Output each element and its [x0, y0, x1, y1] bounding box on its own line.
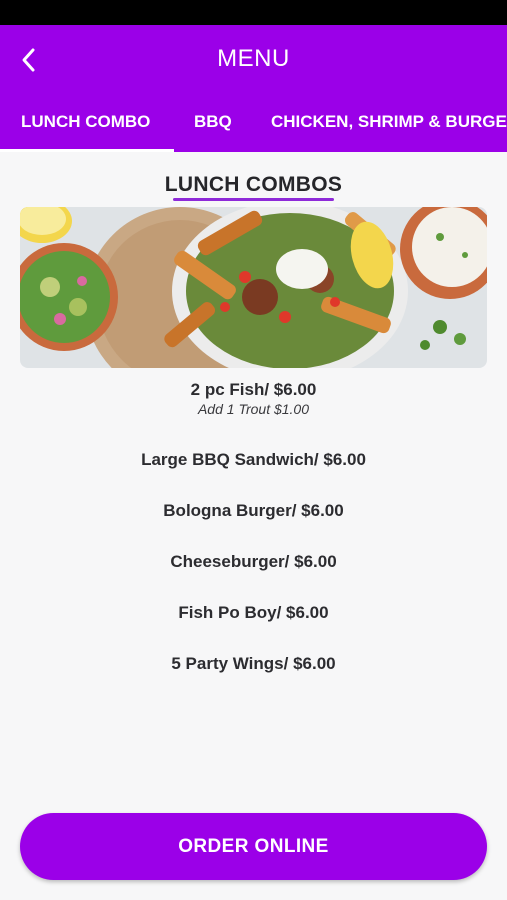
- active-tab-indicator: [0, 149, 174, 152]
- tab-lunch-combo[interactable]: LUNCH COMBO: [21, 104, 150, 152]
- menu-item: Fish Po Boy/ $6.00: [178, 603, 329, 622]
- status-bar: [0, 0, 507, 25]
- tab-bbq[interactable]: BBQ: [194, 104, 232, 152]
- section-title-underline: [173, 198, 334, 201]
- app-bar: MENU LUNCH COMBO BBQ CHICKEN, SHRIMP & B…: [0, 25, 507, 152]
- page-title: MENU: [217, 45, 290, 72]
- menu-item: Cheeseburger/ $6.00: [170, 552, 337, 571]
- category-tabs: LUNCH COMBO BBQ CHICKEN, SHRIMP & BURGER…: [0, 104, 507, 152]
- menu-item: Bologna Burger/ $6.00: [163, 501, 344, 520]
- menu-item: 2 pc Fish/ $6.00: [190, 380, 317, 399]
- section-title: LUNCH COMBOS: [164, 173, 343, 196]
- menu-item-note: Add 1 Trout $1.00: [197, 401, 310, 417]
- menu-item: 5 Party Wings/ $6.00: [171, 654, 336, 673]
- menu-item: Large BBQ Sandwich/ $6.00: [141, 450, 366, 469]
- order-online-button[interactable]: ORDER ONLINE: [20, 813, 487, 880]
- hero-food-image: [20, 207, 487, 368]
- tab-chicken-shrimp-burgers[interactable]: CHICKEN, SHRIMP & BURGERS: [271, 104, 507, 152]
